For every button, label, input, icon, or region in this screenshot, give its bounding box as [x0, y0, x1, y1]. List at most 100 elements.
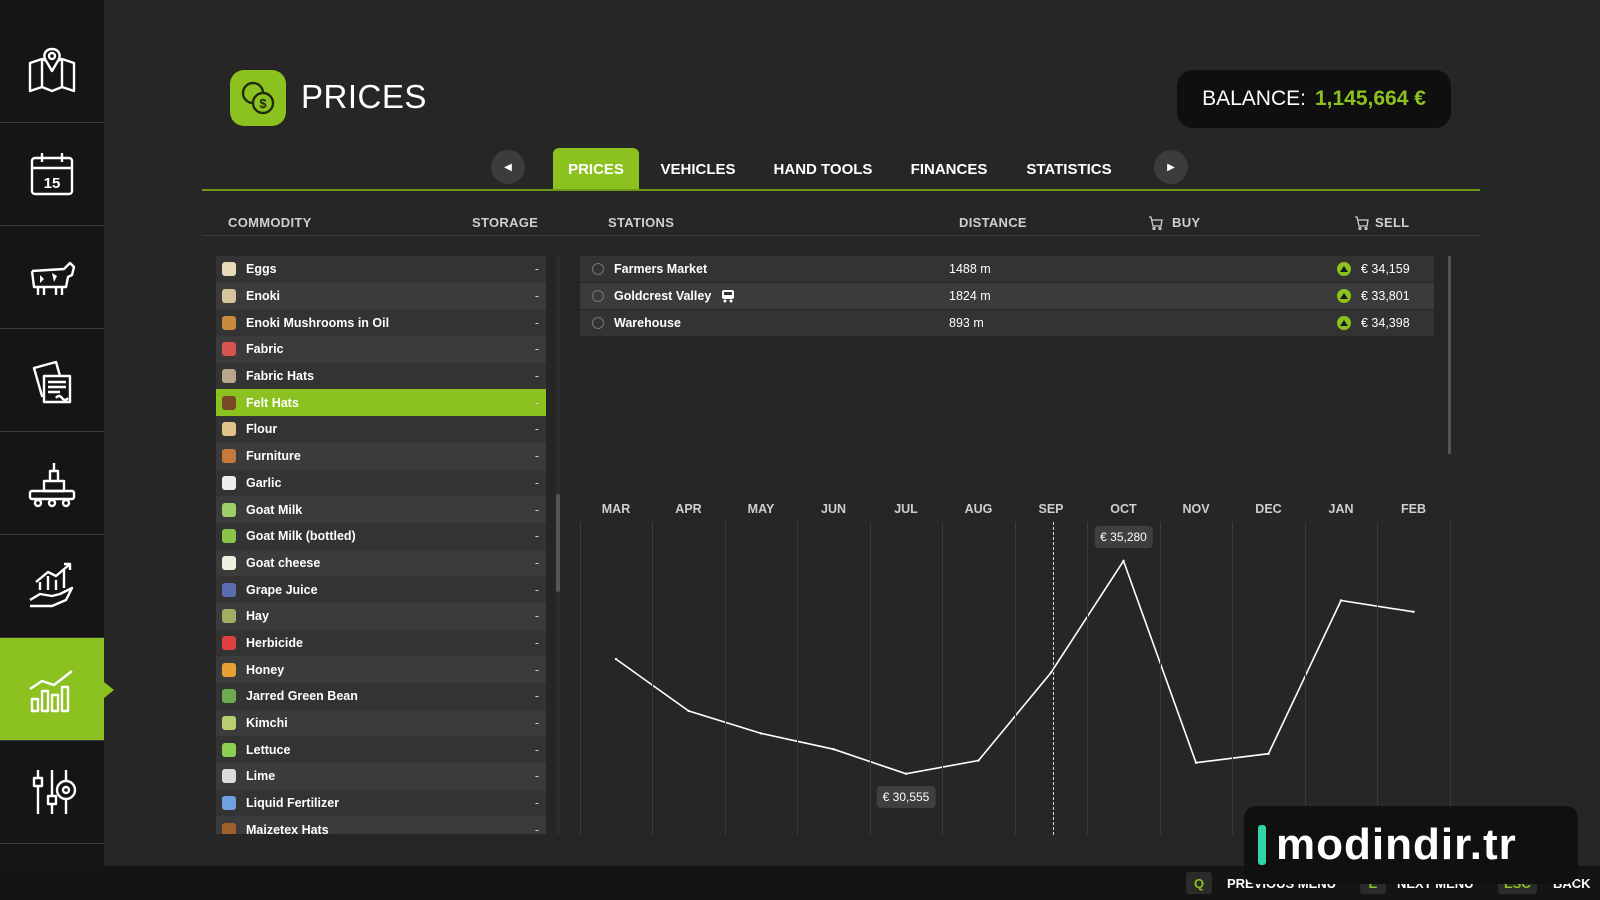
balance-value: 1,145,664 € [1314, 87, 1426, 110]
tab-vehicles[interactable]: VEHICLES [651, 148, 745, 190]
sidebar-item-animals[interactable] [0, 226, 104, 329]
commodity-row[interactable]: Felt Hats - [216, 389, 546, 417]
tab-finances[interactable]: FINANCES [900, 148, 998, 190]
next-tab-button[interactable]: ▶ [1154, 150, 1188, 184]
price-history-chart: MAR APR MAY JUN JUL AUG SEP OCT NOV DEC JAN FEB € 35… [579, 495, 1451, 835]
commodity-row[interactable]: Enoki - [216, 282, 546, 310]
column-buy[interactable]: BUY [1148, 215, 1200, 230]
commodity-icon [222, 635, 236, 650]
grid-line [1304, 522, 1306, 835]
commodity-icon [222, 822, 236, 834]
column-storage[interactable]: STORAGE [472, 215, 538, 230]
station-name-cell: Warehouse [614, 316, 949, 330]
sidebar-item-finances[interactable] [0, 535, 104, 638]
commodity-row[interactable]: Fabric - [216, 336, 546, 363]
grid-line [1159, 522, 1161, 835]
commodity-icon [222, 502, 236, 517]
column-commodity[interactable]: COMMODITY [228, 215, 312, 230]
commodity-row[interactable]: Hay - [216, 602, 546, 630]
station-row[interactable]: Farmers Market 1488 m € 34,159 [580, 256, 1434, 282]
prices-chart-icon [29, 670, 73, 713]
commodity-row[interactable]: Flour - [216, 416, 546, 443]
sidebar-item-calendar[interactable]: 15 [0, 123, 104, 226]
station-distance: 1488 m [949, 262, 991, 276]
commodity-icon [222, 689, 236, 704]
watermark: modindir.tr [1244, 806, 1578, 884]
production-icon [28, 463, 76, 508]
stations-scrollbar[interactable] [1448, 256, 1451, 454]
commodity-storage: - [534, 662, 540, 677]
commodity-name: Honey [246, 662, 285, 677]
commodity-row[interactable]: Kimchi - [216, 709, 546, 737]
commodity-row[interactable]: Eggs - [216, 256, 546, 283]
commodity-name: Maizetex Hats [246, 822, 329, 834]
price-point [1267, 752, 1270, 755]
sidebar-item-production[interactable] [0, 432, 104, 535]
month-label: AUG [964, 502, 993, 516]
month-label: DEC [1255, 502, 1282, 516]
commodity-row[interactable]: Goat Milk (bottled) - [216, 522, 546, 550]
price-up-icon [1337, 316, 1351, 330]
commodity-row[interactable]: Lime - [216, 763, 546, 790]
commodity-row[interactable]: Honey - [216, 656, 546, 683]
commodity-row[interactable]: Fabric Hats - [216, 362, 546, 390]
commodity-name: Jarred Green Bean [246, 689, 358, 704]
tab-statistics[interactable]: STATISTICS [1018, 148, 1120, 190]
commodity-row[interactable]: Liquid Fertilizer - [216, 789, 546, 817]
commodity-storage: - [534, 475, 540, 490]
column-distance[interactable]: DISTANCE [959, 215, 1027, 230]
commodity-icon [222, 475, 236, 490]
station-name-cell: Farmers Market [614, 262, 949, 276]
commodity-storage: - [534, 315, 540, 330]
commodity-row[interactable]: Herbicide - [216, 629, 546, 657]
sidebar-item-map[interactable] [0, 20, 104, 123]
sidebar-item-prices[interactable] [0, 638, 114, 741]
commodity-row[interactable]: Goat cheese - [216, 549, 546, 577]
station-row[interactable]: Goldcrest Valley 1824 m € 33,801 [580, 283, 1434, 309]
commodity-storage: - [534, 716, 540, 731]
commodity-row[interactable]: Garlic - [216, 469, 546, 497]
commodity-row[interactable]: Jarred Green Bean - [216, 683, 546, 710]
commodity-row[interactable]: Enoki Mushrooms in Oil - [216, 309, 546, 337]
commodity-storage: - [534, 796, 540, 811]
station-radio[interactable] [592, 290, 604, 302]
commodity-icon [222, 315, 236, 330]
commodity-row[interactable]: Goat Milk - [216, 496, 546, 523]
commodity-storage: - [534, 449, 540, 464]
tab-prices[interactable]: PRICES [553, 148, 639, 190]
commodity-row[interactable]: Grape Juice - [216, 576, 546, 603]
column-sell[interactable]: SELL [1354, 215, 1409, 230]
settings-icon [32, 770, 77, 814]
price-point [687, 709, 690, 713]
station-radio[interactable] [592, 263, 604, 275]
prev-tab-button[interactable]: ◀ [491, 150, 525, 184]
sell-cart-icon [1355, 215, 1369, 230]
price-point [1049, 671, 1053, 674]
commodity-row[interactable]: Maizetex Hats - [216, 816, 546, 834]
commodity-name: Kimchi [246, 716, 288, 731]
balance-display: BALANCE: 1,145,664 € [1177, 70, 1451, 128]
commodity-name: Grape Juice [246, 582, 318, 597]
tab-hand-tools[interactable]: HAND TOOLS [767, 148, 879, 190]
commodity-list-scroll-thumb[interactable] [556, 494, 560, 592]
sidebar-item-settings[interactable] [0, 741, 104, 844]
commodity-storage: - [534, 582, 540, 597]
commodity-storage: - [534, 369, 540, 384]
grid-line [1014, 522, 1016, 835]
station-row[interactable]: Warehouse 893 m € 34,398 [580, 310, 1434, 336]
price-annotation: € 35,280 [1094, 525, 1153, 548]
sidebar-item-contracts[interactable] [0, 329, 104, 432]
grid-line [942, 522, 944, 835]
commodity-name: Goat Milk [246, 502, 303, 517]
commodity-row[interactable]: Lettuce - [216, 736, 546, 764]
grid-line [652, 522, 654, 835]
column-stations[interactable]: STATIONS [608, 215, 674, 230]
commodity-storage: - [534, 529, 540, 544]
current-month-marker [1053, 522, 1054, 835]
commodity-row[interactable]: Furniture - [216, 442, 546, 470]
station-radio[interactable] [592, 317, 604, 329]
price-point [1339, 599, 1343, 602]
grid-line [869, 522, 871, 835]
commodity-storage: - [534, 769, 540, 784]
previous-menu-key[interactable]: Q [1186, 872, 1212, 894]
